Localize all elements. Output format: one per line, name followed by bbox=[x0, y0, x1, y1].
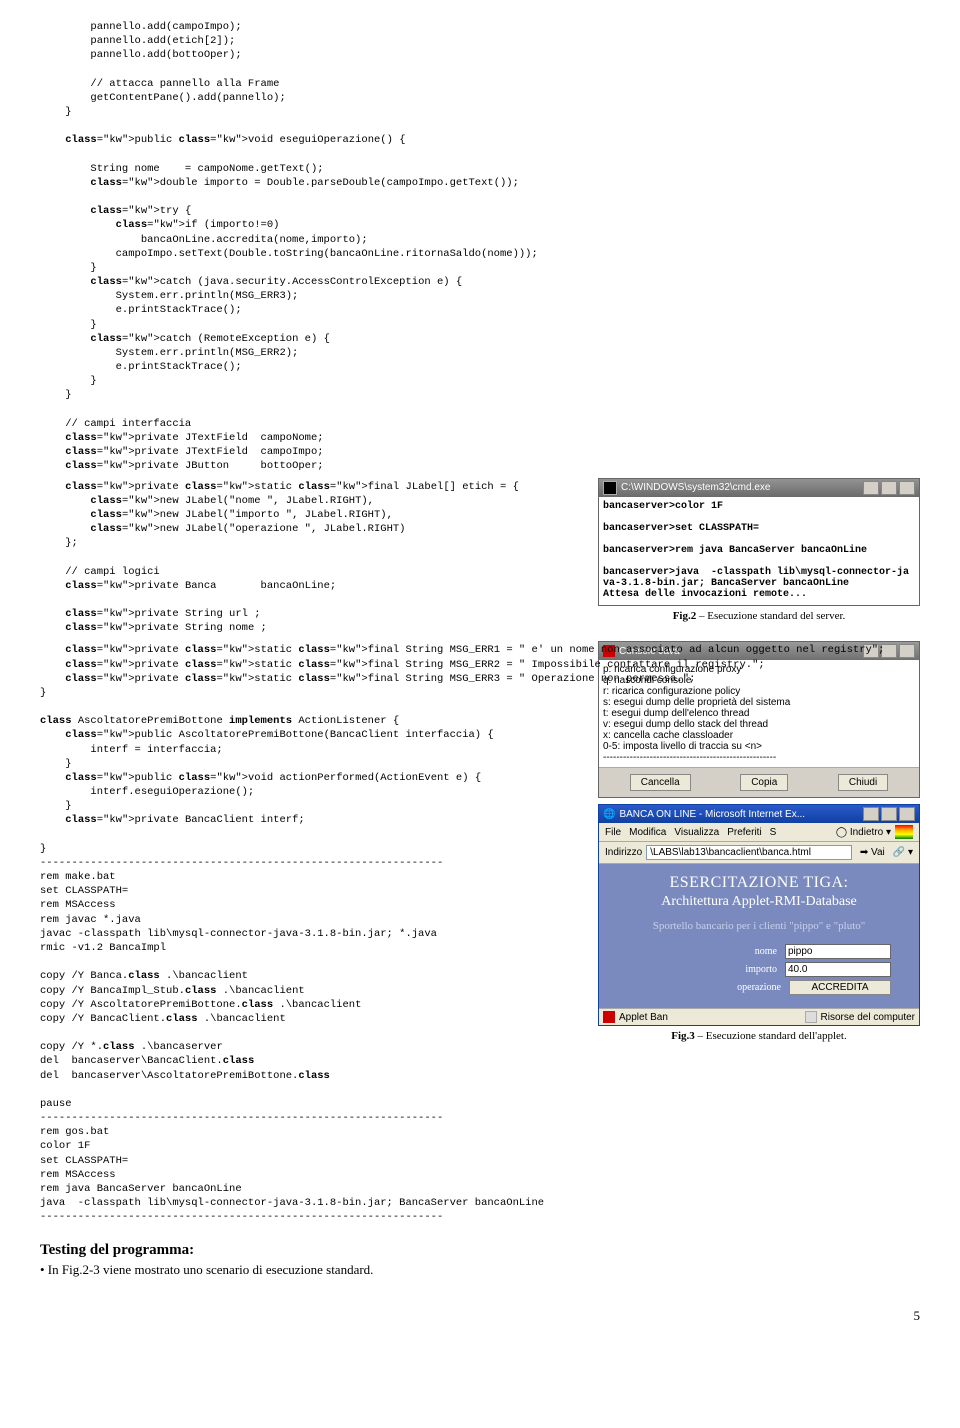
importo-label: importo bbox=[745, 964, 777, 975]
minimize-icon[interactable] bbox=[863, 481, 879, 495]
menu-preferiti[interactable]: Preferiti bbox=[727, 827, 761, 838]
close-icon[interactable] bbox=[899, 807, 915, 821]
ie-menubar: File Modifica Visualizza Preferiti S ◯ I… bbox=[599, 823, 919, 842]
cmd-window: C:\WINDOWS\system32\cmd.exe bancaserver>… bbox=[598, 478, 920, 606]
ie-title-text: BANCA ON LINE - Microsoft Internet Ex... bbox=[619, 809, 805, 820]
java-status-icon bbox=[603, 1011, 615, 1023]
cancel-button[interactable]: Cancella bbox=[630, 774, 691, 791]
cmd-icon bbox=[603, 481, 617, 495]
testing-heading: Testing del programma: bbox=[40, 1242, 920, 1259]
address-input[interactable] bbox=[646, 845, 852, 860]
back-button[interactable]: ◯ Indietro ▾ bbox=[836, 827, 891, 838]
ie-icon: 🌐 bbox=[603, 809, 615, 820]
status-right: Risorse del computer bbox=[821, 1012, 915, 1023]
links-icon[interactable]: 🔗 ▾ bbox=[893, 847, 913, 858]
fig3-caption: Fig.3 – Esecuzione standard dell'applet. bbox=[598, 1030, 920, 1042]
fig3-container: Console Java p: ricarica configurazione … bbox=[598, 641, 920, 1042]
close-button[interactable]: Chiudi bbox=[838, 774, 888, 791]
cmd-titlebar: C:\WINDOWS\system32\cmd.exe bbox=[599, 479, 919, 497]
nome-label: nome bbox=[755, 946, 777, 957]
close-icon[interactable] bbox=[899, 644, 915, 658]
applet-title: ESERCITAZIONE TIGA: bbox=[607, 874, 911, 892]
copy-button[interactable]: Copia bbox=[740, 774, 788, 791]
ie-window: 🌐 BANCA ON LINE - Microsoft Internet Ex.… bbox=[598, 804, 920, 1026]
windows-flag-icon bbox=[895, 825, 913, 839]
applet-area: ESERCITAZIONE TIGA: Architettura Applet-… bbox=[599, 864, 919, 1008]
applet-subtitle: Architettura Applet-RMI-Database bbox=[607, 894, 911, 910]
importo-input[interactable] bbox=[785, 962, 891, 977]
fig2-container: C:\WINDOWS\system32\cmd.exe bancaserver>… bbox=[598, 478, 920, 622]
operazione-label: operazione bbox=[737, 982, 781, 993]
page-number: 5 bbox=[40, 1308, 920, 1324]
maximize-icon[interactable] bbox=[881, 807, 897, 821]
menu-visualizza[interactable]: Visualizza bbox=[674, 827, 719, 838]
close-icon[interactable] bbox=[899, 481, 915, 495]
ie-statusbar: Applet Ban Risorse del computer bbox=[599, 1008, 919, 1025]
go-button[interactable]: ➡ Vai bbox=[856, 846, 889, 859]
ie-titlebar: 🌐 BANCA ON LINE - Microsoft Internet Ex.… bbox=[599, 805, 919, 823]
menu-s[interactable]: S bbox=[770, 827, 777, 838]
code-block-top: pannello.add(campoImpo); pannello.add(et… bbox=[40, 20, 920, 474]
java-console-buttons: Cancella Copia Chiudi bbox=[599, 767, 919, 797]
accredita-button[interactable]: ACCREDITA bbox=[789, 980, 891, 995]
fig2-caption: Fig.2 – Esecuzione standard del server. bbox=[598, 610, 920, 622]
menu-file[interactable]: File bbox=[605, 827, 621, 838]
applet-description: Sportello bancario per i clienti "pippo"… bbox=[607, 920, 911, 932]
computer-icon bbox=[805, 1011, 817, 1023]
testing-body: • In Fig.2-3 viene mostrato uno scenario… bbox=[40, 1262, 920, 1278]
status-left: Applet Ban bbox=[619, 1012, 668, 1023]
minimize-icon[interactable] bbox=[863, 807, 879, 821]
cmd-title-text: C:\WINDOWS\system32\cmd.exe bbox=[621, 482, 770, 493]
maximize-icon[interactable] bbox=[881, 481, 897, 495]
cmd-body: bancaserver>color 1F bancaserver>set CLA… bbox=[599, 497, 919, 605]
menu-modifica[interactable]: Modifica bbox=[629, 827, 666, 838]
addr-label: Indirizzo bbox=[605, 847, 642, 858]
ie-addressbar: Indirizzo ➡ Vai 🔗 ▾ bbox=[599, 842, 919, 864]
nome-input[interactable] bbox=[785, 944, 891, 959]
